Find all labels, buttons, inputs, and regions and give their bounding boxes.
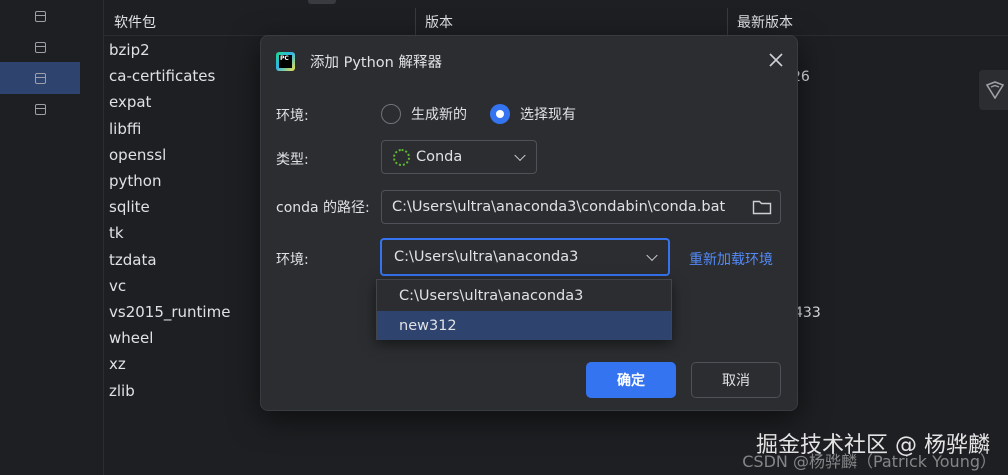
env-label: 环境:	[276, 108, 309, 124]
column-header-version[interactable]: 版本	[425, 12, 453, 32]
table-row[interactable]: vs2015_runtime	[109, 303, 230, 321]
radio-circle	[381, 104, 401, 124]
dialog-title: 添加 Python 解释器	[310, 54, 442, 71]
table-row[interactable]: expat	[109, 93, 151, 111]
type-label: 类型:	[276, 152, 309, 168]
database-icon	[34, 72, 46, 84]
env-combobox[interactable]: C:\Users\ultra\anaconda3	[380, 238, 670, 276]
close-button[interactable]	[765, 49, 787, 71]
table-header: 软件包 版本 最新版本	[104, 8, 1008, 36]
env-option[interactable]: C:\Users\ultra\anaconda3	[377, 281, 671, 310]
shield-button[interactable]	[979, 70, 1008, 110]
column-header-latest[interactable]: 最新版本	[737, 12, 793, 32]
chevron-down-icon	[514, 149, 526, 162]
env-dropdown-list: C:\Users\ultra\anaconda3 new312	[376, 279, 672, 340]
table-row[interactable]: python	[109, 172, 161, 190]
shield-icon	[985, 81, 1005, 99]
table-row[interactable]: xz	[109, 355, 126, 373]
close-icon	[769, 53, 783, 67]
column-separator	[415, 8, 416, 36]
ok-button[interactable]: 确定	[586, 362, 676, 398]
table-row[interactable]: zlib	[109, 382, 135, 400]
conda-path-label: conda 的路径:	[276, 200, 370, 216]
conda-path-input[interactable]	[392, 197, 737, 217]
table-row[interactable]: tk	[109, 224, 124, 242]
table-row[interactable]: bzip2	[109, 41, 150, 59]
left-sidebar	[0, 0, 104, 475]
radio-select-existing[interactable]: 选择现有	[490, 104, 576, 124]
env-select-value: C:\Users\ultra\anaconda3	[394, 249, 579, 265]
radio-circle-checked	[490, 104, 510, 124]
cancel-button[interactable]: 取消	[691, 362, 781, 398]
table-row[interactable]: wheel	[109, 329, 153, 347]
env-option-selected[interactable]: new312	[377, 311, 671, 340]
table-row[interactable]: sqlite	[109, 198, 150, 216]
dialog-title-bar: PC 添加 Python 解释器	[276, 50, 442, 72]
type-combobox[interactable]: Conda	[381, 140, 537, 174]
sidebar-item-2[interactable]	[0, 31, 80, 63]
env-select-label: 环境:	[276, 252, 309, 268]
table-row[interactable]: tzdata	[109, 251, 157, 269]
database-icon	[34, 10, 46, 22]
sidebar-item-4[interactable]	[0, 93, 80, 125]
chevron-down-icon	[646, 249, 658, 262]
database-icon	[34, 103, 46, 115]
radio-select-existing-label: 选择现有	[520, 107, 576, 123]
table-row[interactable]: openssl	[109, 146, 166, 164]
table-row[interactable]: ca-certificates	[109, 67, 215, 85]
sidebar-item-3[interactable]	[0, 62, 80, 94]
type-value: Conda	[416, 149, 463, 165]
table-row[interactable]: vc	[109, 277, 126, 295]
spinner-icon	[393, 148, 410, 166]
folder-icon[interactable]	[752, 199, 772, 215]
add-interpreter-dialog: PC 添加 Python 解释器 环境: 生成新的 选择现有 类型: Conda…	[260, 35, 798, 411]
latest-version-fragment: 433	[794, 305, 821, 321]
sidebar-item-1[interactable]	[0, 0, 80, 32]
radio-generate-new-label: 生成新的	[411, 107, 467, 123]
conda-path-field[interactable]	[381, 190, 781, 224]
database-icon	[34, 41, 46, 53]
radio-generate-new[interactable]: 生成新的	[381, 104, 467, 124]
column-separator	[727, 8, 728, 36]
table-row[interactable]: libffi	[109, 120, 141, 138]
pycharm-logo-icon: PC	[276, 51, 295, 71]
reload-env-link[interactable]: 重新加载环境	[689, 249, 773, 269]
tab-stub	[308, 0, 336, 4]
column-header-package[interactable]: 软件包	[114, 12, 156, 32]
watermark-csdn: CSDN @杨骅麟（Patrick Young）	[742, 452, 996, 471]
